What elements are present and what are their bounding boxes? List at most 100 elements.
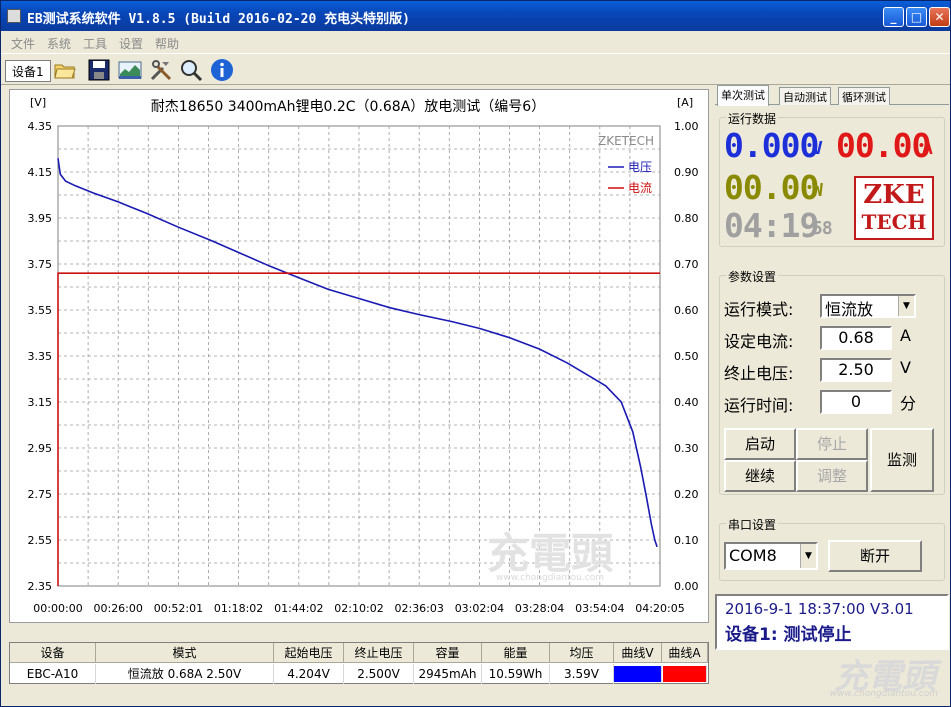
run-time-unit: 分 [900, 394, 917, 413]
zketech-logo: ZKE TECH [854, 176, 934, 240]
save-icon[interactable] [87, 58, 111, 82]
col-header-average-voltage: 均压 [550, 643, 614, 663]
cutoff-voltage-input[interactable]: 2.50 [820, 358, 892, 382]
run-time-input[interactable]: 0 [820, 390, 892, 414]
chevron-down-icon[interactable]: ▼ [898, 296, 914, 316]
app-window: EB测试系统软件 V1.8.5 (Build 2016-02-20 充电头特别版… [0, 0, 951, 707]
right-tick-label: 0.10 [674, 534, 699, 547]
status-datetime-version: 2016-9-1 18:37:00 V3.01 [725, 600, 914, 618]
params-label: 参数设置 [726, 268, 779, 285]
mode-select-value: 恒流放 [825, 300, 874, 319]
site-watermark-url: www.chongdiantou.com [829, 689, 938, 699]
cell-mode[interactable]: 恒流放 0.68A 2.50V [96, 664, 274, 684]
left-tick-label: 3.55 [28, 304, 53, 317]
close-button[interactable]: ✕ [929, 7, 950, 27]
logo-line-2: TECH [861, 210, 927, 234]
left-axis-unit: [V] [30, 96, 46, 109]
col-header-device: 设备 [10, 643, 96, 663]
menu-tools[interactable]: 工具 [83, 35, 107, 52]
x-tick-label: 01:44:02 [274, 602, 323, 615]
col-header-energy: 能量 [482, 643, 550, 663]
col-header-mode: 模式 [96, 643, 274, 663]
left-tick-label: 2.55 [28, 534, 53, 547]
cell-start-voltage[interactable]: 4.204V [274, 664, 344, 684]
x-tick-label: 03:54:04 [575, 602, 624, 615]
tab-single-test[interactable]: 单次测试 [717, 85, 769, 106]
right-tick-label: 0.00 [674, 580, 699, 593]
voltage-readout: 0.000 [724, 126, 819, 165]
results-table: 设备 模式 起始电压 终止电压 容量 能量 均压 曲线V 曲线A EBC-A10… [9, 642, 709, 684]
tools-icon[interactable] [149, 58, 173, 82]
window-title: EB测试系统软件 V1.8.5 (Build 2016-02-20 充电头特别版… [27, 12, 410, 27]
menu-system[interactable]: 系统 [47, 35, 71, 52]
toolbar: 设备1 [1, 53, 950, 85]
com-port-value: COM8 [729, 546, 777, 565]
maximize-button[interactable]: □ [906, 7, 927, 27]
discharge-chart: 4.35 4.15 3.95 3.75 3.55 3.35 3.15 2.95 2.75 2.55… [28, 96, 699, 615]
left-tick-label: 3.75 [28, 258, 53, 271]
power-unit: W [812, 180, 823, 201]
chart-image-icon[interactable] [118, 58, 142, 82]
info-icon[interactable] [210, 58, 234, 82]
cutoff-voltage-unit: V [900, 358, 911, 377]
run-time-label: 运行时间: [724, 396, 794, 415]
device-tab[interactable]: 设备1 [5, 60, 51, 82]
right-tick-label: 0.30 [674, 442, 699, 455]
stop-button[interactable]: 停止 [796, 428, 868, 460]
running-data-label: 运行数据 [726, 110, 779, 127]
left-tick-label: 3.95 [28, 212, 53, 225]
cell-curve-v-color[interactable] [614, 666, 662, 682]
left-tick-label: 4.35 [28, 120, 53, 133]
col-header-start-voltage: 起始电压 [274, 643, 344, 663]
right-tick-label: 0.90 [674, 166, 699, 179]
serial-label: 串口设置 [726, 516, 779, 533]
title-bar[interactable]: EB测试系统软件 V1.8.5 (Build 2016-02-20 充电头特别版… [1, 1, 950, 31]
col-header-capacity: 容量 [414, 643, 482, 663]
right-axis-unit: [A] [677, 96, 693, 109]
disconnect-button[interactable]: 断开 [828, 540, 922, 572]
cell-device[interactable]: EBC-A10 [10, 664, 96, 684]
serial-group: 串口设置 COM8 ▼ 断开 [719, 516, 945, 581]
cell-curve-a-color[interactable] [663, 666, 707, 682]
zoom-icon[interactable] [179, 58, 203, 82]
chevron-down-icon[interactable]: ▼ [800, 544, 816, 568]
cell-capacity[interactable]: 2945mAh [414, 664, 482, 684]
x-tick-label: 00:52:01 [154, 602, 203, 615]
voltage-series-line [57, 158, 658, 548]
cell-average-voltage[interactable]: 3.59V [550, 664, 614, 684]
tab-loop-test[interactable]: 循环测试 [838, 87, 890, 105]
elapsed-time-readout: 04:19 [724, 206, 819, 245]
elapsed-seconds-readout: 58 [812, 218, 833, 239]
right-tick-label: 0.70 [674, 258, 699, 271]
left-tick-label: 2.95 [28, 442, 53, 455]
power-readout: 00.00 [724, 168, 819, 207]
tab-auto-test[interactable]: 自动测试 [779, 87, 831, 105]
cutoff-voltage-label: 终止电压: [724, 364, 794, 383]
adjust-button[interactable]: 调整 [796, 460, 868, 492]
cell-end-voltage[interactable]: 2.500V [344, 664, 414, 684]
x-tick-label: 00:26:00 [93, 602, 142, 615]
x-tick-label: 03:02:04 [455, 602, 504, 615]
mode-select[interactable]: 恒流放 ▼ [820, 294, 916, 319]
right-tick-label: 1.00 [674, 120, 699, 133]
open-folder-icon[interactable] [53, 58, 77, 82]
x-tick-label: 02:36:03 [394, 602, 443, 615]
current-setting-unit: A [900, 326, 911, 345]
com-port-select[interactable]: COM8 ▼ [724, 542, 818, 570]
right-tick-label: 0.50 [674, 350, 699, 363]
voltage-unit: V [812, 138, 823, 159]
cell-energy[interactable]: 10.59Wh [482, 664, 550, 684]
continue-button[interactable]: 继续 [724, 460, 796, 492]
chart-brand-watermark: ZKETECH [598, 134, 654, 148]
right-tick-label: 0.60 [674, 304, 699, 317]
x-tick-label: 00:00:00 [33, 602, 82, 615]
minimize-button[interactable]: _ [883, 7, 904, 27]
right-tick-label: 0.40 [674, 396, 699, 409]
menu-help[interactable]: 帮助 [155, 35, 179, 52]
chart-site-watermark: 充電頭 [487, 529, 614, 578]
menu-settings[interactable]: 设置 [119, 35, 143, 52]
menu-file[interactable]: 文件 [11, 35, 35, 52]
current-setting-input[interactable]: 0.68 [820, 326, 892, 350]
monitor-button[interactable]: 监测 [870, 428, 934, 492]
start-button[interactable]: 启动 [724, 428, 796, 460]
